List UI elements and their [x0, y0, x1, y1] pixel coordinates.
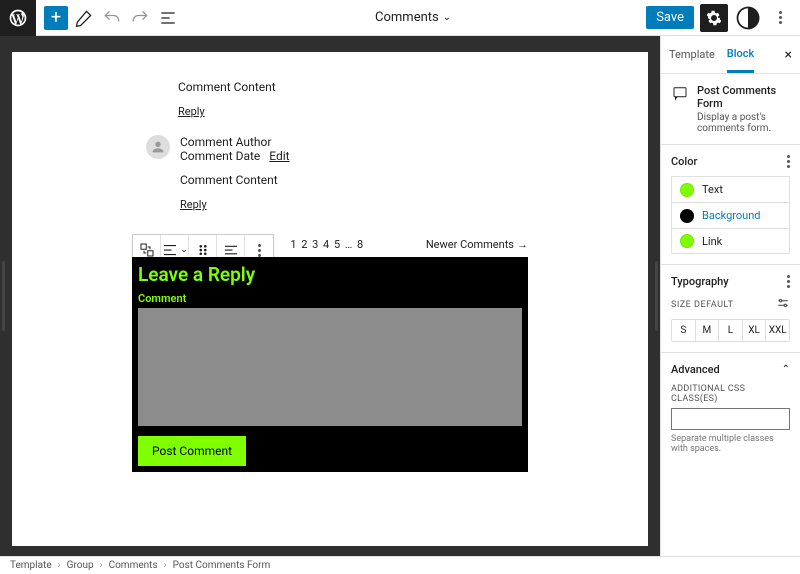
undo-button[interactable]: [100, 6, 124, 30]
comment-edit-link[interactable]: Edit: [269, 149, 289, 163]
css-classes-help: Separate multiple classes with spaces.: [671, 434, 790, 454]
arrow-right-icon: →: [517, 238, 528, 251]
comment-content: Comment Content: [178, 80, 528, 94]
color-panel-menu[interactable]: [787, 155, 790, 168]
comment-label: Comment: [138, 292, 522, 305]
reply-title: Leave a Reply: [138, 263, 522, 286]
document-title[interactable]: Comments ⌄: [180, 10, 646, 25]
resize-handle-right[interactable]: [655, 261, 658, 331]
comment-textarea[interactable]: [138, 308, 522, 426]
close-sidebar-button[interactable]: ×: [785, 47, 792, 63]
size-xl[interactable]: XL: [743, 320, 767, 341]
sidebar-tabs: Template Block ×: [661, 36, 800, 74]
typography-panel: Typography SIZE DEFAULT S M L XL XXL: [661, 264, 800, 352]
advanced-toggle[interactable]: Advanced ⌃: [671, 363, 790, 376]
editor-canvas-wrapper: Comment Content Reply Comment Author Com…: [0, 36, 660, 556]
resize-handle-left[interactable]: [2, 261, 5, 331]
top-right-controls: Save: [646, 4, 800, 32]
breadcrumb-item[interactable]: Post Comments Form: [173, 560, 271, 571]
chevron-up-icon: ⌃: [782, 364, 790, 375]
size-xxl[interactable]: XXL: [766, 320, 789, 341]
tab-block[interactable]: Block: [727, 37, 754, 73]
comment-meta: Comment Author Comment Date Edit: [180, 135, 528, 163]
color-link[interactable]: Link: [671, 228, 790, 254]
color-swatch: [680, 209, 694, 223]
tab-template[interactable]: Template: [669, 38, 715, 71]
advanced-panel: Advanced ⌃ ADDITIONAL CSS CLASS(ES) Sepa…: [661, 352, 800, 464]
newer-comments-link[interactable]: Newer Comments→: [426, 238, 528, 251]
settings-sidebar: Template Block × Post Comments Form Disp…: [660, 36, 800, 556]
size-m[interactable]: M: [696, 320, 720, 341]
comment-date: Comment Date: [180, 149, 260, 163]
color-background[interactable]: Background: [671, 202, 790, 228]
size-s[interactable]: S: [672, 320, 696, 341]
doc-title-text: Comments: [375, 10, 439, 25]
comment-author: Comment Author: [180, 135, 271, 149]
comment-item: Comment Content Reply: [178, 80, 528, 119]
breadcrumb-item[interactable]: Comments: [109, 560, 158, 571]
block-card: Post Comments Form Display a post's comm…: [661, 74, 800, 144]
comment-content: Comment Content: [180, 173, 528, 187]
list-view-button[interactable]: [156, 6, 180, 30]
styles-button[interactable]: [734, 4, 762, 32]
css-classes-input[interactable]: [671, 408, 790, 430]
font-size-options: S M L XL XXL: [671, 319, 790, 342]
typography-panel-menu[interactable]: [787, 275, 790, 288]
post-comments-form-block[interactable]: Leave a Reply Comment Post Comment: [132, 257, 528, 472]
size-settings-icon[interactable]: [776, 296, 790, 313]
block-description: Display a post's comments form.: [697, 112, 790, 134]
color-swatch: [680, 234, 694, 248]
redo-button[interactable]: [128, 6, 152, 30]
comment-reply-link[interactable]: Reply: [178, 105, 205, 118]
post-comment-button[interactable]: Post Comment: [138, 436, 246, 466]
color-text[interactable]: Text: [671, 176, 790, 202]
chevron-down-icon: ⌄: [443, 12, 451, 23]
save-button[interactable]: Save: [646, 6, 694, 29]
block-breadcrumb: Template› Group› Comments› Post Comments…: [0, 556, 800, 574]
breadcrumb-item[interactable]: Group: [67, 560, 94, 571]
tools-button[interactable]: [72, 6, 96, 30]
settings-button[interactable]: [700, 4, 728, 32]
wp-logo[interactable]: [0, 0, 36, 36]
avatar: [146, 135, 170, 159]
comment-item: Comment Author Comment Date Edit Comment…: [146, 135, 528, 212]
post-comments-form-icon: [671, 84, 689, 102]
add-block-button[interactable]: +: [44, 6, 68, 30]
breadcrumb-item[interactable]: Template: [10, 560, 52, 571]
comments-pagination: ⌄ ←Older Comments 1 2 3 4 5 … 8 Newer Co…: [132, 238, 528, 251]
top-left-controls: +: [36, 6, 180, 30]
options-button[interactable]: [768, 6, 792, 30]
color-panel: Color Text Background Link: [661, 144, 800, 264]
page-numbers[interactable]: 1 2 3 4 5 … 8: [290, 238, 364, 251]
color-panel-title: Color: [671, 155, 697, 168]
typography-panel-title: Typography: [671, 275, 729, 288]
editor-canvas[interactable]: Comment Content Reply Comment Author Com…: [12, 52, 648, 546]
block-title: Post Comments Form: [697, 84, 790, 110]
size-l[interactable]: L: [719, 320, 743, 341]
comment-reply-link[interactable]: Reply: [180, 198, 207, 211]
top-toolbar: + Comments ⌄ Save: [0, 0, 800, 36]
color-swatch: [680, 183, 694, 197]
css-classes-label: ADDITIONAL CSS CLASS(ES): [671, 384, 790, 404]
